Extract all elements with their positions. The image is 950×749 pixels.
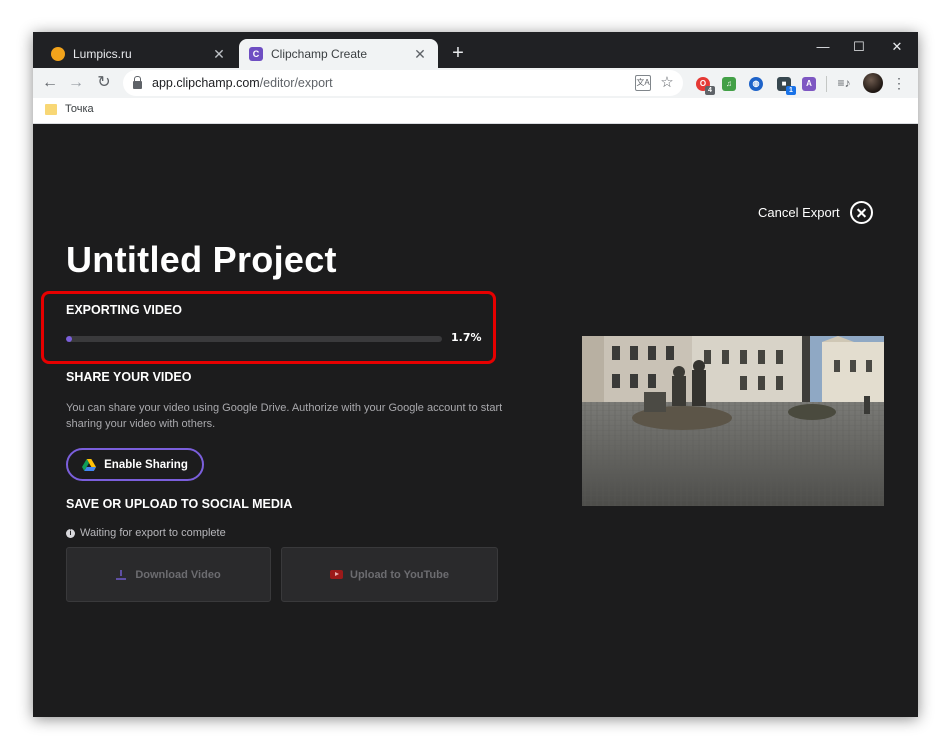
tab-close-icon[interactable]: ✕: [211, 46, 227, 62]
waiting-status-text: Waiting for export to complete: [80, 527, 226, 539]
extension-music-icon[interactable]: ♫: [722, 77, 736, 91]
back-button[interactable]: ←: [39, 72, 61, 94]
close-circle-icon[interactable]: [849, 201, 873, 224]
upload-youtube-button[interactable]: Upload to YouTube: [281, 547, 498, 602]
export-progress-bar: [66, 336, 442, 342]
address-bar[interactable]: app.clipchamp.com/editor/export 文A ☆: [123, 70, 683, 96]
tab-clipchamp[interactable]: C Clipchamp Create ✕: [239, 39, 438, 68]
profile-avatar[interactable]: [863, 73, 883, 93]
tab-lumpics[interactable]: Lumpics.ru ✕: [41, 39, 237, 68]
share-description: You can share your video using Google Dr…: [66, 402, 503, 430]
info-icon: i: [66, 528, 75, 538]
bookmark-label: Точка: [65, 103, 94, 115]
export-page: Cancel Export Untitled Project EXPORTING…: [33, 125, 918, 717]
youtube-icon: [330, 570, 343, 579]
extension-cube-icon[interactable]: ■ 1: [777, 77, 796, 95]
folder-icon: [45, 103, 57, 115]
video-preview: [582, 336, 884, 506]
export-progress-fill: [66, 336, 73, 342]
close-window-button[interactable]: ✕: [882, 36, 912, 58]
tab-close-icon[interactable]: ✕: [412, 46, 428, 62]
media-control-icon[interactable]: ≡♪: [836, 75, 852, 91]
social-heading: SAVE OR UPLOAD TO SOCIAL MEDIA: [66, 497, 293, 511]
url-host: app.clipchamp.com: [152, 76, 260, 90]
clipchamp-favicon-icon: C: [249, 46, 263, 61]
tab-title: Lumpics.ru: [73, 46, 132, 61]
bookmark-star-icon[interactable]: ☆: [659, 75, 675, 91]
download-icon: [116, 569, 127, 580]
browser-menu-icon[interactable]: ⋮: [891, 73, 907, 93]
extension-red-icon[interactable]: O4: [696, 77, 715, 95]
tab-strip: Lumpics.ru ✕ C Clipchamp Create ✕ + — ☐ …: [33, 32, 918, 68]
google-drive-icon: [82, 458, 97, 471]
cancel-export-button[interactable]: Cancel Export: [758, 201, 873, 224]
browser-toolbar: ← → ↻ app.clipchamp.com/editor/export 文A…: [33, 68, 918, 98]
reload-button[interactable]: ↻: [93, 72, 115, 94]
extension-purple-icon[interactable]: A: [802, 77, 816, 91]
minimize-button[interactable]: —: [808, 36, 838, 58]
maximize-button[interactable]: ☐: [844, 36, 874, 58]
exporting-heading: EXPORTING VIDEO: [66, 303, 182, 317]
upload-youtube-label: Upload to YouTube: [350, 568, 449, 581]
toolbar-divider: [826, 76, 827, 92]
export-progress-value: 1.7%: [451, 331, 482, 344]
browser-window: Lumpics.ru ✕ C Clipchamp Create ✕ + — ☐ …: [33, 32, 918, 717]
waiting-status: i Waiting for export to complete: [66, 527, 226, 539]
extension-globe-icon[interactable]: ◍: [749, 77, 763, 91]
url-path: /editor/export: [259, 76, 333, 90]
download-video-button[interactable]: Download Video: [66, 547, 271, 602]
share-heading: SHARE YOUR VIDEO: [66, 370, 192, 384]
lock-icon[interactable]: [133, 75, 142, 89]
project-title: Untitled Project: [66, 239, 337, 280]
extension-badge: 1: [786, 86, 796, 95]
cancel-export-label: Cancel Export: [758, 205, 840, 220]
forward-button[interactable]: →: [65, 72, 87, 94]
export-highlight-box: [41, 291, 496, 364]
enable-sharing-label: Enable Sharing: [104, 458, 188, 471]
translate-icon[interactable]: 文A: [635, 75, 651, 91]
new-tab-button[interactable]: +: [447, 42, 469, 64]
video-preview-image: [582, 336, 884, 506]
bookmark-folder[interactable]: Точка: [45, 103, 94, 115]
download-video-label: Download Video: [135, 568, 221, 581]
bookmarks-bar: Точка: [33, 98, 918, 124]
tab-title: Clipchamp Create: [271, 46, 368, 61]
extension-badge: 4: [705, 86, 715, 95]
lumpics-favicon-icon: [51, 46, 65, 61]
enable-sharing-button[interactable]: Enable Sharing: [66, 448, 204, 481]
